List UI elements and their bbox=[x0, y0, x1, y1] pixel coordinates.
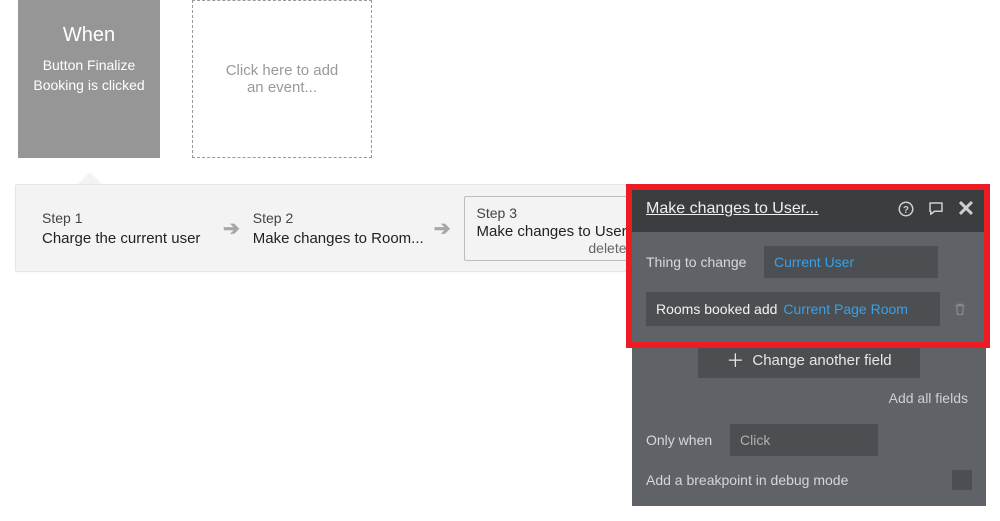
step-1[interactable]: Step 1 Charge the current user bbox=[42, 210, 210, 247]
only-when-label: Only when bbox=[646, 432, 730, 448]
thing-to-change-label: Thing to change bbox=[646, 254, 764, 270]
action-editor-panel: Make changes to User... ? ✕ Thing to cha… bbox=[632, 186, 986, 506]
thing-to-change-row: Thing to change Current User bbox=[646, 246, 972, 278]
rooms-booked-field[interactable]: Rooms booked add Current Page Room bbox=[646, 292, 940, 326]
thing-to-change-field[interactable]: Current User bbox=[764, 246, 938, 278]
close-icon[interactable]: ✕ bbox=[956, 199, 976, 219]
editor-title[interactable]: Make changes to User... bbox=[646, 200, 886, 218]
thing-to-change-value: Current User bbox=[774, 254, 854, 270]
arrow-right-icon: ➔ bbox=[434, 216, 451, 241]
add-event-button[interactable]: Click here to add an event... bbox=[192, 0, 372, 158]
arrow-right-icon: ➔ bbox=[223, 216, 240, 241]
breakpoint-checkbox[interactable] bbox=[952, 470, 972, 490]
breakpoint-row: Add a breakpoint in debug mode bbox=[646, 470, 972, 490]
only-when-field[interactable]: Click bbox=[730, 424, 878, 456]
event-when-title: When bbox=[18, 24, 160, 47]
help-icon[interactable]: ? bbox=[896, 199, 916, 219]
change-another-field-button[interactable]: ＋ Change another field bbox=[698, 342, 920, 378]
plus-icon: ＋ bbox=[726, 347, 744, 373]
event-when-block[interactable]: When Button Finalize Booking is clicked bbox=[18, 0, 160, 158]
rooms-booked-value: Current Page Room bbox=[783, 301, 908, 317]
step-number: Step 1 bbox=[42, 210, 210, 226]
change-another-label: Change another field bbox=[752, 352, 891, 369]
delete-field-icon[interactable] bbox=[948, 301, 972, 317]
step-number: Step 2 bbox=[253, 210, 421, 226]
editor-header: Make changes to User... ? ✕ bbox=[632, 186, 986, 232]
delete-step-link[interactable]: delete bbox=[477, 240, 627, 256]
step-label: Charge the current user bbox=[42, 230, 210, 247]
add-event-label: Click here to add an event... bbox=[217, 62, 347, 96]
breakpoint-label: Add a breakpoint in debug mode bbox=[646, 472, 952, 488]
field-change-row: Rooms booked add Current Page Room bbox=[646, 292, 972, 326]
rooms-booked-label: Rooms booked add bbox=[656, 301, 777, 317]
step-label: Make changes to User... bbox=[477, 223, 627, 240]
event-pointer-icon bbox=[78, 172, 102, 184]
comment-icon[interactable] bbox=[926, 199, 946, 219]
step-2[interactable]: Step 2 Make changes to Room... bbox=[253, 210, 421, 247]
only-when-placeholder: Click bbox=[740, 432, 770, 448]
event-when-subtitle: Button Finalize Booking is clicked bbox=[18, 55, 160, 95]
step-label: Make changes to Room... bbox=[253, 230, 421, 247]
step-number: Step 3 bbox=[477, 205, 627, 221]
add-all-fields-link[interactable]: Add all fields bbox=[646, 390, 972, 406]
only-when-row: Only when Click bbox=[646, 424, 972, 456]
svg-text:?: ? bbox=[903, 205, 909, 216]
step-3-selected[interactable]: Step 3 Make changes to User... delete bbox=[464, 196, 640, 261]
